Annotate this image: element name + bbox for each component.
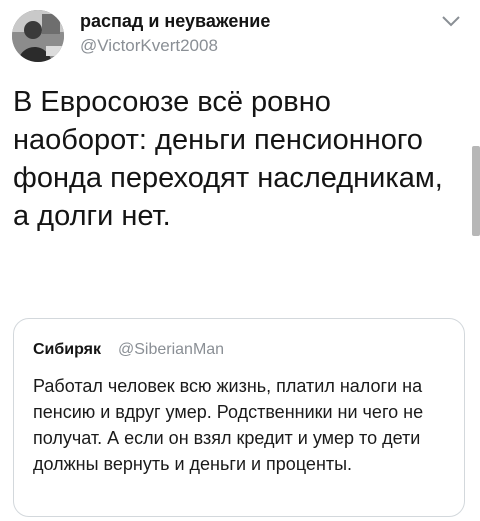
chevron-down-icon xyxy=(442,16,460,27)
tweet: распад и неуважение @VictorKvert2008 В Е… xyxy=(0,0,480,521)
scrollbar-thumb[interactable] xyxy=(472,146,480,236)
quoted-author-handle: @SiberianMan xyxy=(118,341,225,358)
author-handle[interactable]: @VictorKvert2008 xyxy=(80,36,218,56)
tweet-menu-button[interactable] xyxy=(438,10,464,32)
author-avatar[interactable] xyxy=(12,10,64,62)
user-photo-avatar-icon xyxy=(12,10,64,62)
quoted-tweet-text: Работал человек всю жизнь, платил налоги… xyxy=(33,376,424,474)
tweet-text: В Евросоюзе всё ровно наоборот: деньги п… xyxy=(13,86,443,232)
quoted-tweet-card[interactable]: Сибиряк @SiberianMan Работал человек всю… xyxy=(13,318,465,517)
quoted-author-name: Сибиряк xyxy=(33,341,102,358)
author-display-name[interactable]: распад и неуважение xyxy=(80,11,270,32)
